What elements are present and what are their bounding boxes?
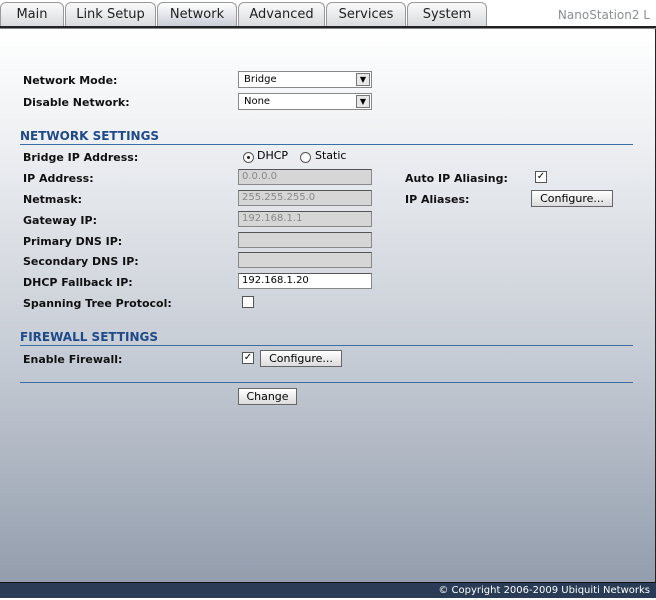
change-button[interactable]: Change: [238, 388, 297, 405]
tab-network[interactable]: Network: [157, 2, 237, 28]
netmask-input[interactable]: 255.255.255.0: [238, 190, 372, 206]
chevron-down-icon: ▼: [356, 95, 370, 108]
enable-firewall-label: Enable Firewall:: [23, 353, 123, 366]
content-panel: Network Mode: Bridge ▼ Disable Network: N…: [0, 29, 656, 582]
ip-address-label: IP Address:: [23, 172, 94, 185]
gateway-label: Gateway IP:: [23, 214, 97, 227]
network-mode-value: Bridge: [244, 74, 277, 85]
tab-advanced[interactable]: Advanced: [238, 2, 325, 27]
bridge-ip-label: Bridge IP Address:: [23, 151, 139, 164]
secondary-dns-label: Secondary DNS IP:: [23, 255, 139, 268]
disable-network-select[interactable]: None ▼: [238, 93, 372, 110]
network-settings-heading: NETWORK SETTINGS: [20, 129, 633, 145]
network-mode-select[interactable]: Bridge ▼: [238, 71, 372, 88]
disable-network-label: Disable Network:: [23, 96, 130, 109]
primary-dns-input[interactable]: [238, 232, 372, 248]
dhcp-label: DHCP: [257, 149, 289, 162]
secondary-dns-input[interactable]: [238, 252, 372, 268]
tab-services[interactable]: Services: [326, 2, 406, 27]
ip-aliases-label: IP Aliases:: [405, 193, 470, 206]
primary-dns-label: Primary DNS IP:: [23, 235, 123, 248]
tab-link-setup[interactable]: Link Setup: [65, 2, 156, 27]
ip-aliases-configure-button[interactable]: Configure...: [531, 190, 613, 207]
footer-copyright: © Copyright 2006-2009 Ubiquiti Networks: [0, 582, 656, 598]
netmask-label: Netmask:: [23, 193, 83, 206]
gateway-input[interactable]: 192.168.1.1: [238, 211, 372, 227]
firewall-configure-button[interactable]: Configure...: [260, 350, 342, 367]
divider: [20, 382, 633, 383]
chevron-down-icon: ▼: [356, 73, 370, 86]
auto-ip-aliasing-label: Auto IP Aliasing:: [405, 172, 508, 185]
stp-label: Spanning Tree Protocol:: [23, 297, 172, 310]
network-mode-label: Network Mode:: [23, 74, 118, 87]
auto-ip-aliasing-checkbox[interactable]: ✓: [535, 171, 547, 183]
device-name: NanoStation2 L: [557, 8, 650, 22]
dhcp-fallback-input[interactable]: 192.168.1.20: [238, 273, 372, 289]
static-radio[interactable]: [300, 152, 311, 163]
static-label: Static: [315, 149, 347, 162]
dhcp-fallback-label: DHCP Fallback IP:: [23, 276, 133, 289]
dhcp-radio[interactable]: [243, 152, 254, 163]
firewall-settings-heading: FIREWALL SETTINGS: [20, 330, 633, 346]
enable-firewall-checkbox[interactable]: ✓: [242, 352, 254, 364]
tab-bar: Main Link Setup Network Advanced Service…: [0, 0, 656, 28]
stp-checkbox[interactable]: [242, 296, 254, 308]
disable-network-value: None: [244, 96, 271, 107]
tab-system[interactable]: System: [407, 2, 487, 27]
tab-main[interactable]: Main: [0, 2, 64, 27]
ip-address-input[interactable]: 0.0.0.0: [238, 169, 372, 185]
